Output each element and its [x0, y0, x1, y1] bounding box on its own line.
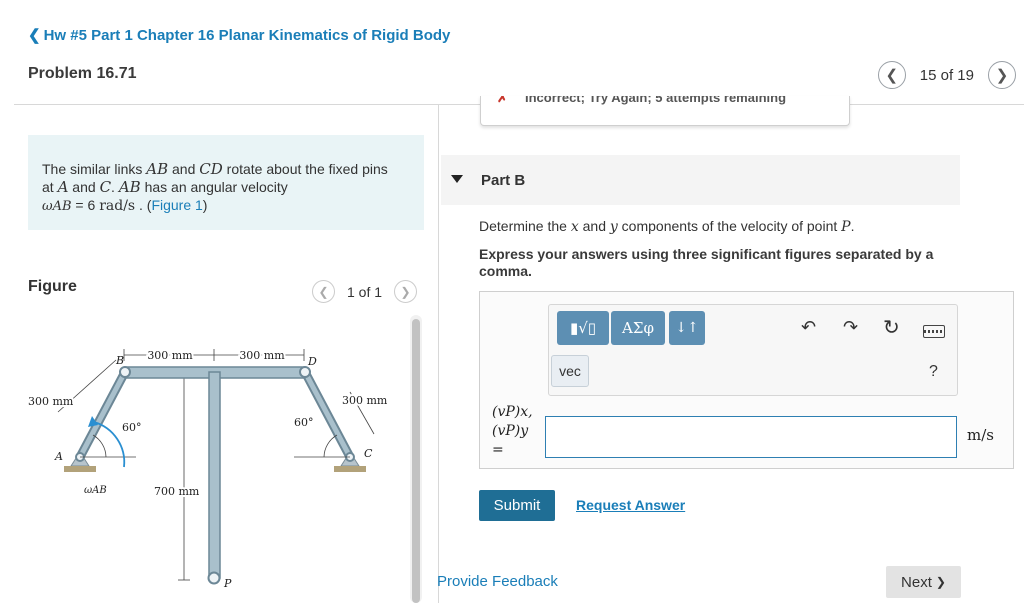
answer-instruction: Express your answers using three signifi… — [479, 246, 934, 279]
scrollbar-thumb[interactable] — [412, 319, 420, 603]
statement-text: at — [42, 179, 58, 195]
help-icon[interactable]: ? — [929, 363, 938, 381]
pin-a: A — [57, 178, 69, 196]
statement-text: rotate about the fixed pins — [222, 161, 388, 177]
part-b-header[interactable]: Part B — [441, 155, 960, 205]
link-ab: AB — [146, 160, 169, 178]
part-title: Part B — [481, 172, 526, 189]
question-text-part: and — [578, 218, 610, 234]
figure-heading: Figure — [28, 278, 77, 295]
figure-scrollbar[interactable] — [410, 315, 422, 603]
next-problem-button[interactable]: ❯ — [988, 61, 1016, 89]
figure-link[interactable]: Figure 1 — [151, 197, 202, 213]
point-p-label: P — [223, 577, 232, 590]
chevron-left-icon: ❮ — [28, 27, 41, 44]
figure-pager: ❮ 1 of 1 ❯ — [312, 280, 418, 303]
height-label: 700 mm — [154, 485, 200, 498]
question-text: Determine the x and y components of the … — [479, 218, 854, 235]
feedback-banner: ✗ Incorrect; Try Again; 5 attempts remai… — [480, 96, 850, 126]
undo-icon[interactable]: ↶ — [801, 317, 816, 338]
dim-right-label: 300 mm — [239, 349, 285, 362]
keyboard-icon[interactable] — [923, 325, 945, 338]
equals-sign: = — [492, 442, 504, 458]
next-figure-button[interactable]: ❯ — [394, 280, 418, 303]
answer-unit: m/s — [967, 426, 994, 444]
variable-vpy: (vP)y — [492, 423, 529, 439]
statement-text: . — [111, 179, 119, 195]
point-a-label: A — [54, 450, 63, 463]
var-x: x — [570, 219, 579, 235]
link-cd: CD — [199, 160, 223, 178]
feedback-message: Incorrect; Try Again; 5 attempts remaini… — [525, 96, 787, 105]
problem-statement: The similar links AB and CD rotate about… — [28, 135, 424, 230]
omega-label: ωAB — [84, 485, 107, 496]
problem-title: Problem 16.71 — [28, 65, 137, 82]
chevron-right-icon: ❯ — [995, 67, 1009, 84]
statement-text: has an angular velocity — [140, 179, 288, 195]
statement-text: . ( — [135, 197, 152, 213]
omega-symbol: ωAB — [42, 199, 72, 214]
breadcrumb-title: Hw #5 Part 1 Chapter 16 Planar Kinematic… — [43, 27, 451, 44]
chevron-left-icon: ❮ — [318, 284, 329, 299]
statement-text: and — [168, 161, 200, 177]
question-text-part: components of the velocity of point — [617, 218, 842, 234]
statement-line-3: ωAB = 6 rad/s . (Figure 1) — [42, 196, 410, 216]
side-right-label: 300 mm — [342, 394, 388, 407]
statement-text: and — [68, 179, 100, 195]
greek-letters-button[interactable]: ΑΣφ — [611, 311, 665, 345]
previous-problem-button[interactable]: ❮ — [877, 61, 906, 89]
previous-figure-button[interactable]: ❮ — [312, 280, 335, 303]
variable-label: (vP)x, (vP)y = — [492, 403, 533, 460]
templates-button[interactable]: ▮√▯ — [557, 311, 609, 345]
submit-button[interactable]: Submit — [479, 490, 555, 521]
statement-text: The similar links — [42, 161, 147, 177]
chevron-left-icon: ❮ — [885, 67, 899, 84]
angle-left-label: 60° — [122, 421, 142, 434]
figure-diagram: 300 mm 300 mm 300 mm 300 mm 700 mm 60° 6… — [26, 312, 410, 603]
statement-line-2: at A and C. AB has an angular velocity — [42, 178, 410, 196]
var-y: y — [609, 219, 618, 235]
problem-pager: ❮ 15 of 19 ❯ — [877, 61, 1016, 89]
question-text-part: Determine the — [479, 218, 571, 234]
next-label: Next — [901, 573, 932, 591]
page-indicator: 15 of 19 — [919, 66, 974, 84]
linkage-diagram: 300 mm 300 mm 300 mm 300 mm 700 mm 60° 6… — [26, 347, 390, 590]
point-b-label: B — [115, 354, 124, 367]
arrows-button[interactable]: ↓↑ — [669, 311, 705, 345]
request-answer-link[interactable]: Request Answer — [576, 497, 685, 513]
column-divider — [438, 104, 439, 603]
figure-page-indicator: 1 of 1 — [347, 283, 383, 300]
question-text-part: . — [850, 218, 855, 234]
var-p: P — [841, 219, 851, 235]
provide-feedback-link[interactable]: Provide Feedback — [437, 573, 558, 590]
dim-left-label: 300 mm — [147, 349, 193, 362]
unit-text: rad/s — [99, 198, 136, 214]
link-ab: AB — [118, 178, 141, 196]
caret-down-icon — [451, 175, 463, 183]
point-c-label: C — [364, 447, 373, 460]
chevron-right-icon: ❯ — [400, 284, 411, 299]
variable-vpx: (vP)x, — [492, 404, 533, 420]
math-toolbar: ▮√▯ ΑΣφ ↓↑ vec ↶ ↷ ↻ ? — [548, 304, 958, 396]
statement-line-1: The similar links AB and CD rotate about… — [42, 160, 410, 178]
statement-text: = 6 — [71, 197, 100, 213]
answer-input[interactable] — [545, 416, 957, 458]
reset-icon[interactable]: ↻ — [883, 315, 900, 340]
statement-text: ) — [202, 197, 208, 213]
redo-icon[interactable]: ↷ — [843, 317, 858, 338]
next-button[interactable]: Next ❯ — [886, 566, 961, 598]
vector-button[interactable]: vec — [551, 355, 589, 387]
breadcrumb-back-link[interactable]: ❮ Hw #5 Part 1 Chapter 16 Planar Kinemati… — [28, 26, 450, 44]
pin-c: C — [99, 178, 112, 196]
side-left-label: 300 mm — [28, 395, 74, 408]
angle-right-label: 60° — [294, 416, 314, 429]
point-d-label: D — [307, 355, 317, 368]
incorrect-icon: ✗ — [497, 96, 508, 105]
chevron-right-icon: ❯ — [935, 575, 946, 589]
